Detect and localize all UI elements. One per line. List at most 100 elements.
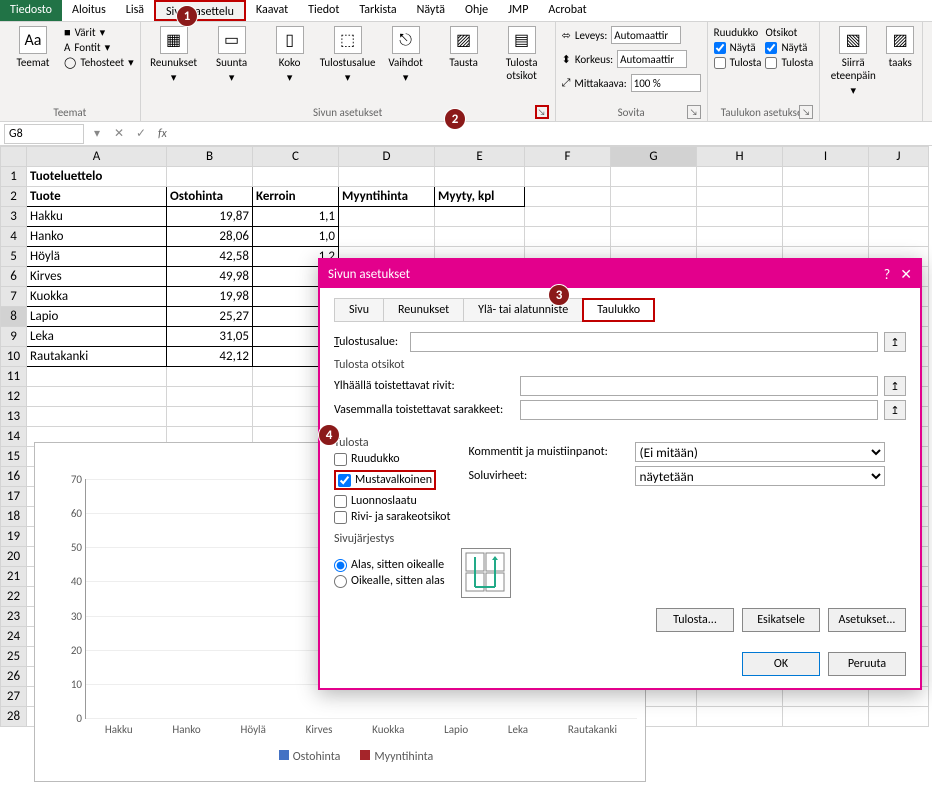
row-header[interactable]: 14 xyxy=(1,427,27,447)
cell[interactable]: 31,05 xyxy=(167,327,253,347)
row-header[interactable]: 5 xyxy=(1,247,27,267)
row-header[interactable]: 18 xyxy=(1,507,27,527)
cell[interactable]: Tuote xyxy=(27,187,167,207)
col-header[interactable]: C xyxy=(253,147,339,167)
row-header[interactable]: 13 xyxy=(1,407,27,427)
row-header[interactable]: 28 xyxy=(1,707,27,727)
row-header[interactable]: 24 xyxy=(1,627,27,647)
tab-data[interactable]: Tiedot xyxy=(298,0,349,21)
cell[interactable]: Myyty, kpl xyxy=(435,187,525,207)
scale-input[interactable] xyxy=(631,74,701,92)
dlg-tab-page[interactable]: Sivu xyxy=(334,298,384,322)
effects-button[interactable]: ◯ Tehosteet ▾ xyxy=(64,56,134,69)
width-input[interactable] xyxy=(611,26,681,44)
cancel-icon[interactable]: ✕ xyxy=(110,126,128,141)
dlg-tab-margins[interactable]: Reunukset xyxy=(383,298,464,322)
colors-button[interactable]: ■ Värit ▾ xyxy=(64,26,134,39)
cell[interactable]: 42,12 xyxy=(167,347,253,367)
col-header[interactable]: E xyxy=(435,147,525,167)
row-header[interactable]: 6 xyxy=(1,267,27,287)
row-header[interactable]: 3 xyxy=(1,207,27,227)
headings-view-check[interactable] xyxy=(765,42,777,54)
row-header[interactable]: 4 xyxy=(1,227,27,247)
options-button[interactable]: Asetukset... xyxy=(828,608,906,632)
cell[interactable]: 25,27 xyxy=(167,307,253,327)
comments-select[interactable]: (Ei mitään) xyxy=(635,442,885,462)
preview-button[interactable]: Esikatsele xyxy=(742,608,820,632)
chevron-down-icon[interactable]: ▾ xyxy=(88,126,106,141)
row-header[interactable]: 12 xyxy=(1,387,27,407)
cell[interactable]: Leka xyxy=(27,327,167,347)
ref-button[interactable]: ↥ xyxy=(884,332,906,352)
tab-jmp[interactable]: JMP xyxy=(498,0,538,21)
row-header[interactable]: 2 xyxy=(1,187,27,207)
cell[interactable]: 28,06 xyxy=(167,227,253,247)
row-header[interactable]: 11 xyxy=(1,367,27,387)
gridlines-check[interactable] xyxy=(334,453,347,466)
row-header[interactable]: 23 xyxy=(1,607,27,627)
row-header[interactable]: 15 xyxy=(1,447,27,467)
order-down-radio[interactable] xyxy=(334,559,347,572)
tab-formulas[interactable]: Kaavat xyxy=(246,0,298,21)
row-header[interactable]: 22 xyxy=(1,587,27,607)
cell[interactable]: 19,87 xyxy=(167,207,253,227)
gridlines-view-check[interactable] xyxy=(714,42,726,54)
cell[interactable]: 19,98 xyxy=(167,287,253,307)
select-all-corner[interactable] xyxy=(1,147,27,167)
row-header[interactable]: 16 xyxy=(1,467,27,487)
send-back-button[interactable]: ▨taaks xyxy=(884,26,916,69)
ok-button[interactable]: OK xyxy=(742,652,820,676)
print-button[interactable]: Tulosta... xyxy=(656,608,734,632)
size-button[interactable]: ▯Koko▾ xyxy=(263,26,317,84)
order-over-radio[interactable] xyxy=(334,575,347,588)
row-header[interactable]: 1 xyxy=(1,167,27,187)
tab-page-layout[interactable]: Sivun asettelu xyxy=(154,0,246,21)
orientation-button[interactable]: ▭Suunta▾ xyxy=(205,26,259,84)
cell[interactable]: 42,58 xyxy=(167,247,253,267)
fit-launcher[interactable]: ↘ xyxy=(687,105,701,119)
page-setup-launcher[interactable]: ↘ xyxy=(535,105,549,119)
headings-print-check[interactable] xyxy=(765,57,777,69)
tab-insert[interactable]: Lisä xyxy=(116,0,154,21)
dlg-tab-sheet[interactable]: Taulukko xyxy=(582,298,655,322)
cell[interactable]: Myyntihinta xyxy=(339,187,435,207)
cell[interactable]: 1,1 xyxy=(253,207,339,227)
cell[interactable]: 49,98 xyxy=(167,267,253,287)
cell[interactable]: Kirves xyxy=(27,267,167,287)
sheet-opts-launcher[interactable]: ↘ xyxy=(799,105,813,119)
tab-acrobat[interactable]: Acrobat xyxy=(538,0,596,21)
cell[interactable]: Hanko xyxy=(27,227,167,247)
fonts-button[interactable]: A Fontit ▾ xyxy=(64,41,134,54)
print-area-button[interactable]: ⬚Tulostusalue▾ xyxy=(321,26,375,84)
cell[interactable]: Hakku xyxy=(27,207,167,227)
bring-forward-button[interactable]: ▧Siirrä eteenpäin▾ xyxy=(826,26,880,97)
col-header[interactable]: H xyxy=(697,147,783,167)
cell[interactable]: Lapio xyxy=(27,307,167,327)
row-header[interactable]: 20 xyxy=(1,547,27,567)
print-titles-button[interactable]: ▤Tulosta otsikot xyxy=(495,26,549,82)
rowcol-headings-check[interactable] xyxy=(334,511,347,524)
row-header[interactable]: 8 xyxy=(1,307,27,327)
row-header[interactable]: 7 xyxy=(1,287,27,307)
blackwhite-check[interactable] xyxy=(338,474,351,487)
themes-button[interactable]: AaTeemat xyxy=(6,26,60,69)
row-header[interactable]: 26 xyxy=(1,667,27,687)
enter-icon[interactable]: ✓ xyxy=(132,126,150,141)
draft-check[interactable] xyxy=(334,495,347,508)
row-header[interactable]: 25 xyxy=(1,647,27,667)
row-header[interactable]: 19 xyxy=(1,527,27,547)
col-header[interactable]: D xyxy=(339,147,435,167)
tab-help[interactable]: Ohje xyxy=(455,0,498,21)
rows-repeat-input[interactable] xyxy=(520,376,878,396)
cell[interactable]: Rautakanki xyxy=(27,347,167,367)
col-header[interactable]: I xyxy=(783,147,869,167)
close-icon[interactable]: ✕ xyxy=(900,266,912,283)
cellerrors-select[interactable]: näytetään xyxy=(635,466,885,486)
tab-review[interactable]: Tarkista xyxy=(349,0,406,21)
cell[interactable]: Kerroin xyxy=(253,187,339,207)
col-header[interactable]: G xyxy=(611,147,697,167)
help-icon[interactable]: ? xyxy=(884,266,891,283)
cell[interactable]: Kuokka xyxy=(27,287,167,307)
col-header[interactable]: F xyxy=(525,147,611,167)
col-header[interactable]: J xyxy=(869,147,929,167)
